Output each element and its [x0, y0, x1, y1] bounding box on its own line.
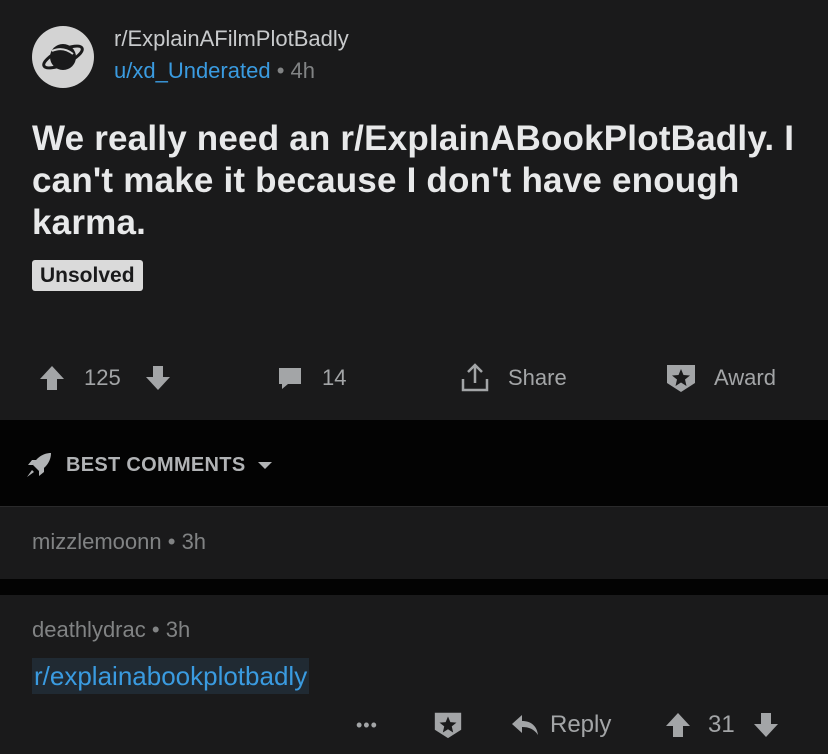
comment-actions: ••• Reply 31: [0, 703, 828, 747]
sort-label: BEST COMMENTS: [66, 453, 246, 476]
award-button[interactable]: Award: [664, 356, 776, 400]
comment-meta: deathlydrac • 3h: [32, 617, 190, 643]
comment-collapsed[interactable]: mizzlemoonn • 3h: [0, 507, 828, 579]
post-vote-count: 125: [84, 365, 121, 390]
post-card: r/ExplainAFilmPlotBadly u/xd_Underated •…: [0, 0, 828, 420]
post-age: 4h: [290, 58, 315, 83]
comment-award-button[interactable]: [432, 703, 464, 747]
comment-upvote-button[interactable]: [664, 703, 692, 747]
share-label: Share: [508, 365, 567, 390]
subreddit-avatar[interactable]: [32, 26, 94, 88]
post-actions: 125 14 Share Award: [0, 356, 828, 400]
reply-arrow-icon: [512, 715, 538, 735]
comment-bubble-icon: [279, 368, 301, 389]
comment-age: 3h: [165, 617, 191, 642]
reply-button[interactable]: Reply: [510, 703, 611, 747]
sort-dropdown[interactable]: BEST COMMENTS: [24, 450, 275, 480]
award-icon: [434, 712, 462, 739]
post-upvote-button[interactable]: [38, 356, 66, 400]
arrow-down-icon: [146, 366, 170, 390]
comments-button[interactable]: 14: [276, 356, 346, 400]
comment-vote-count: 31: [708, 711, 735, 738]
comment: deathlydrac • 3h r/explainabookplotbadly…: [0, 595, 828, 754]
reply-label: Reply: [550, 711, 612, 738]
comments-count: 14: [322, 365, 347, 390]
more-options-button[interactable]: •••: [356, 703, 378, 747]
post-author[interactable]: u/xd_Underated: [114, 58, 271, 83]
comment-downvote-button[interactable]: [752, 703, 780, 747]
comment-gap: [0, 579, 828, 595]
comment-separator: •: [151, 617, 160, 642]
subreddit-name[interactable]: r/ExplainAFilmPlotBadly: [114, 26, 349, 52]
award-icon: [667, 365, 695, 392]
meta-separator: •: [276, 58, 285, 83]
comment-age: 3h: [181, 529, 207, 554]
caret-down-icon: [258, 462, 273, 469]
post-flair[interactable]: Unsolved: [32, 260, 143, 291]
comment-sort-bar: BEST COMMENTS: [0, 420, 828, 506]
share-icon: [461, 363, 489, 392]
post-title[interactable]: We really need an r/ExplainABookPlotBadl…: [32, 118, 802, 244]
share-button[interactable]: Share: [458, 356, 567, 400]
post-meta: u/xd_Underated • 4h: [114, 58, 315, 84]
comment-subreddit-link[interactable]: r/explainabookplotbadly: [32, 658, 310, 694]
comment-meta: mizzlemoonn • 3h: [32, 529, 206, 555]
award-label: Award: [714, 365, 776, 390]
planet-icon: [42, 44, 84, 70]
comment-author[interactable]: mizzlemoonn: [32, 529, 162, 554]
arrow-up-icon: [666, 713, 690, 737]
rocket-icon: [27, 453, 51, 477]
arrow-up-icon: [40, 366, 64, 390]
post-downvote-button[interactable]: [144, 356, 172, 400]
comment-separator: •: [167, 529, 176, 554]
arrow-down-icon: [754, 713, 778, 737]
comment-author[interactable]: deathlydrac: [32, 617, 146, 642]
